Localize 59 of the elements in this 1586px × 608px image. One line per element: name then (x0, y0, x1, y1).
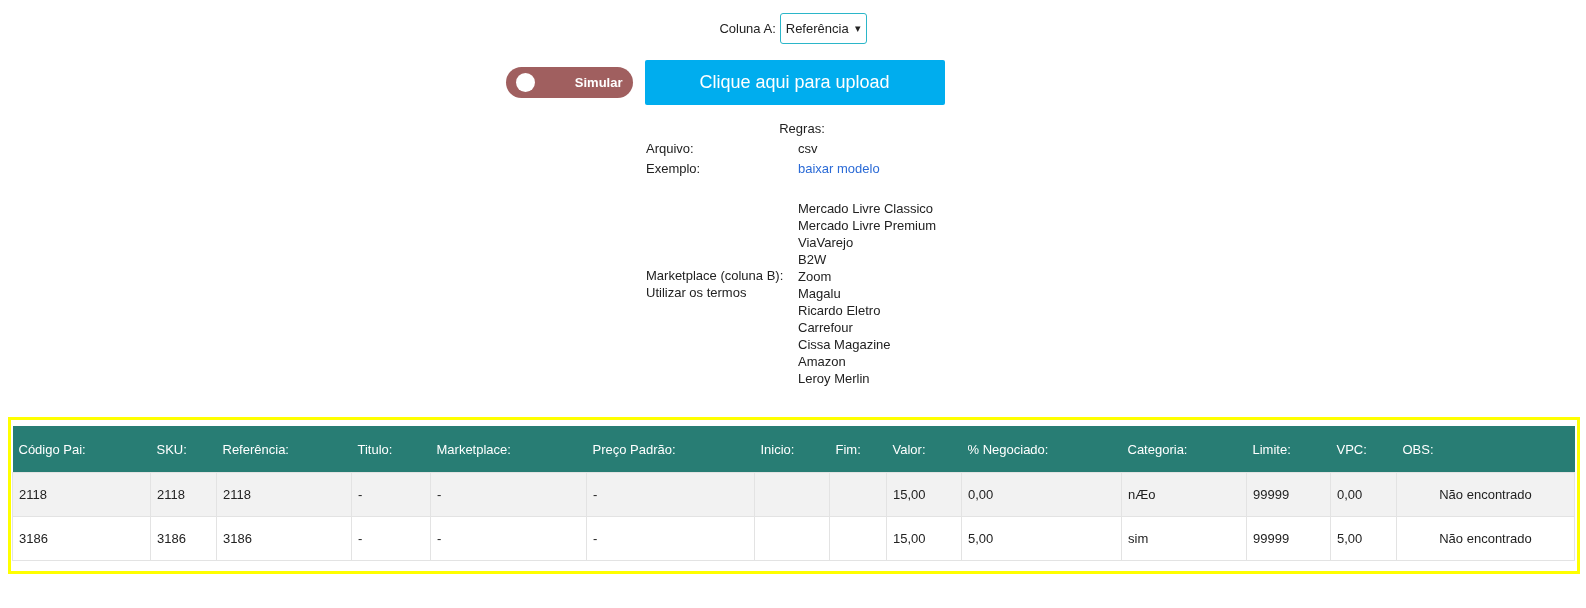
table-cell: 0,00 (961, 472, 1122, 517)
table-cell: - (351, 472, 431, 517)
marketplace-name: Leroy Merlin (798, 370, 871, 387)
marketplace-name: Mercado Livre Premium (798, 217, 937, 234)
rule-label: Marketplace (coluna B): (646, 266, 785, 284)
table-cell: Não encontrado (1396, 516, 1575, 561)
simulate-toggle[interactable]: Simular (505, 67, 633, 98)
column-header: Preço Padrão: (586, 426, 755, 473)
table-cell: 3186 (12, 516, 151, 561)
column-header: Categoria: (1121, 426, 1247, 473)
marketplace-name: ViaVarejo (798, 234, 855, 251)
table-cell: 99999 (1246, 516, 1331, 561)
rule-value: csv (798, 140, 819, 157)
marketplace-name: Ricardo Eletro (798, 302, 882, 319)
rule-note: Utilizar os termos (646, 283, 748, 301)
table-cell: - (586, 516, 755, 561)
marketplace-name: Zoom (798, 268, 833, 285)
rules-title: Regras: (778, 120, 826, 137)
table-cell: 2118 (150, 472, 217, 517)
column-header: Inicio: (754, 426, 830, 473)
column-header: VPC: (1330, 426, 1397, 473)
column-header: Valor: (886, 426, 962, 473)
table-cell: - (351, 516, 431, 561)
table-cell: 3186 (150, 516, 217, 561)
table-cell: 99999 (1246, 472, 1331, 517)
marketplace-name: Carrefour (798, 319, 854, 336)
download-link[interactable]: baixar modelo (798, 161, 880, 176)
table-cell: Não encontrado (1396, 472, 1575, 517)
column-header: Fim: (829, 426, 887, 473)
table-cell: 0,00 (1330, 472, 1397, 517)
column-header: % Negociado: (961, 426, 1122, 473)
marketplace-name: Mercado Livre Classico (798, 200, 935, 217)
table-cell: 15,00 (886, 516, 962, 561)
column-header: Código Pai: (12, 426, 151, 473)
marketplace-name: B2W (798, 251, 828, 268)
table-cell: - (430, 516, 587, 561)
rule-label: Arquivo: (646, 140, 695, 157)
column-header: Marketplace: (430, 426, 587, 473)
table-cell: 2118 (12, 472, 151, 517)
table-cell: - (430, 472, 587, 517)
column-select[interactable]: Referência ▾ (779, 13, 867, 44)
table-cell: 5,00 (1330, 516, 1397, 561)
column-header: Limite: (1246, 426, 1331, 473)
column-header: Titulo: (351, 426, 431, 473)
marketplace-name: Magalu (798, 285, 842, 302)
marketplace-name: Cissa Magazine (798, 336, 892, 353)
rule-label: Exemplo: (646, 160, 702, 177)
table-cell: nÆo (1121, 472, 1247, 517)
column-header: OBS: (1396, 426, 1575, 473)
table-cell: - (586, 472, 755, 517)
column-header: SKU: (150, 426, 217, 473)
marketplace-name: Amazon (798, 353, 847, 370)
column-header: Referência: (216, 426, 352, 473)
table-cell: 5,00 (961, 516, 1122, 561)
table-cell: 3186 (216, 516, 352, 561)
column-label: Coluna A: (719, 21, 776, 36)
table-cell: sim (1121, 516, 1247, 561)
table-cell: 15,00 (886, 472, 962, 517)
table-cell: 2118 (216, 472, 352, 517)
